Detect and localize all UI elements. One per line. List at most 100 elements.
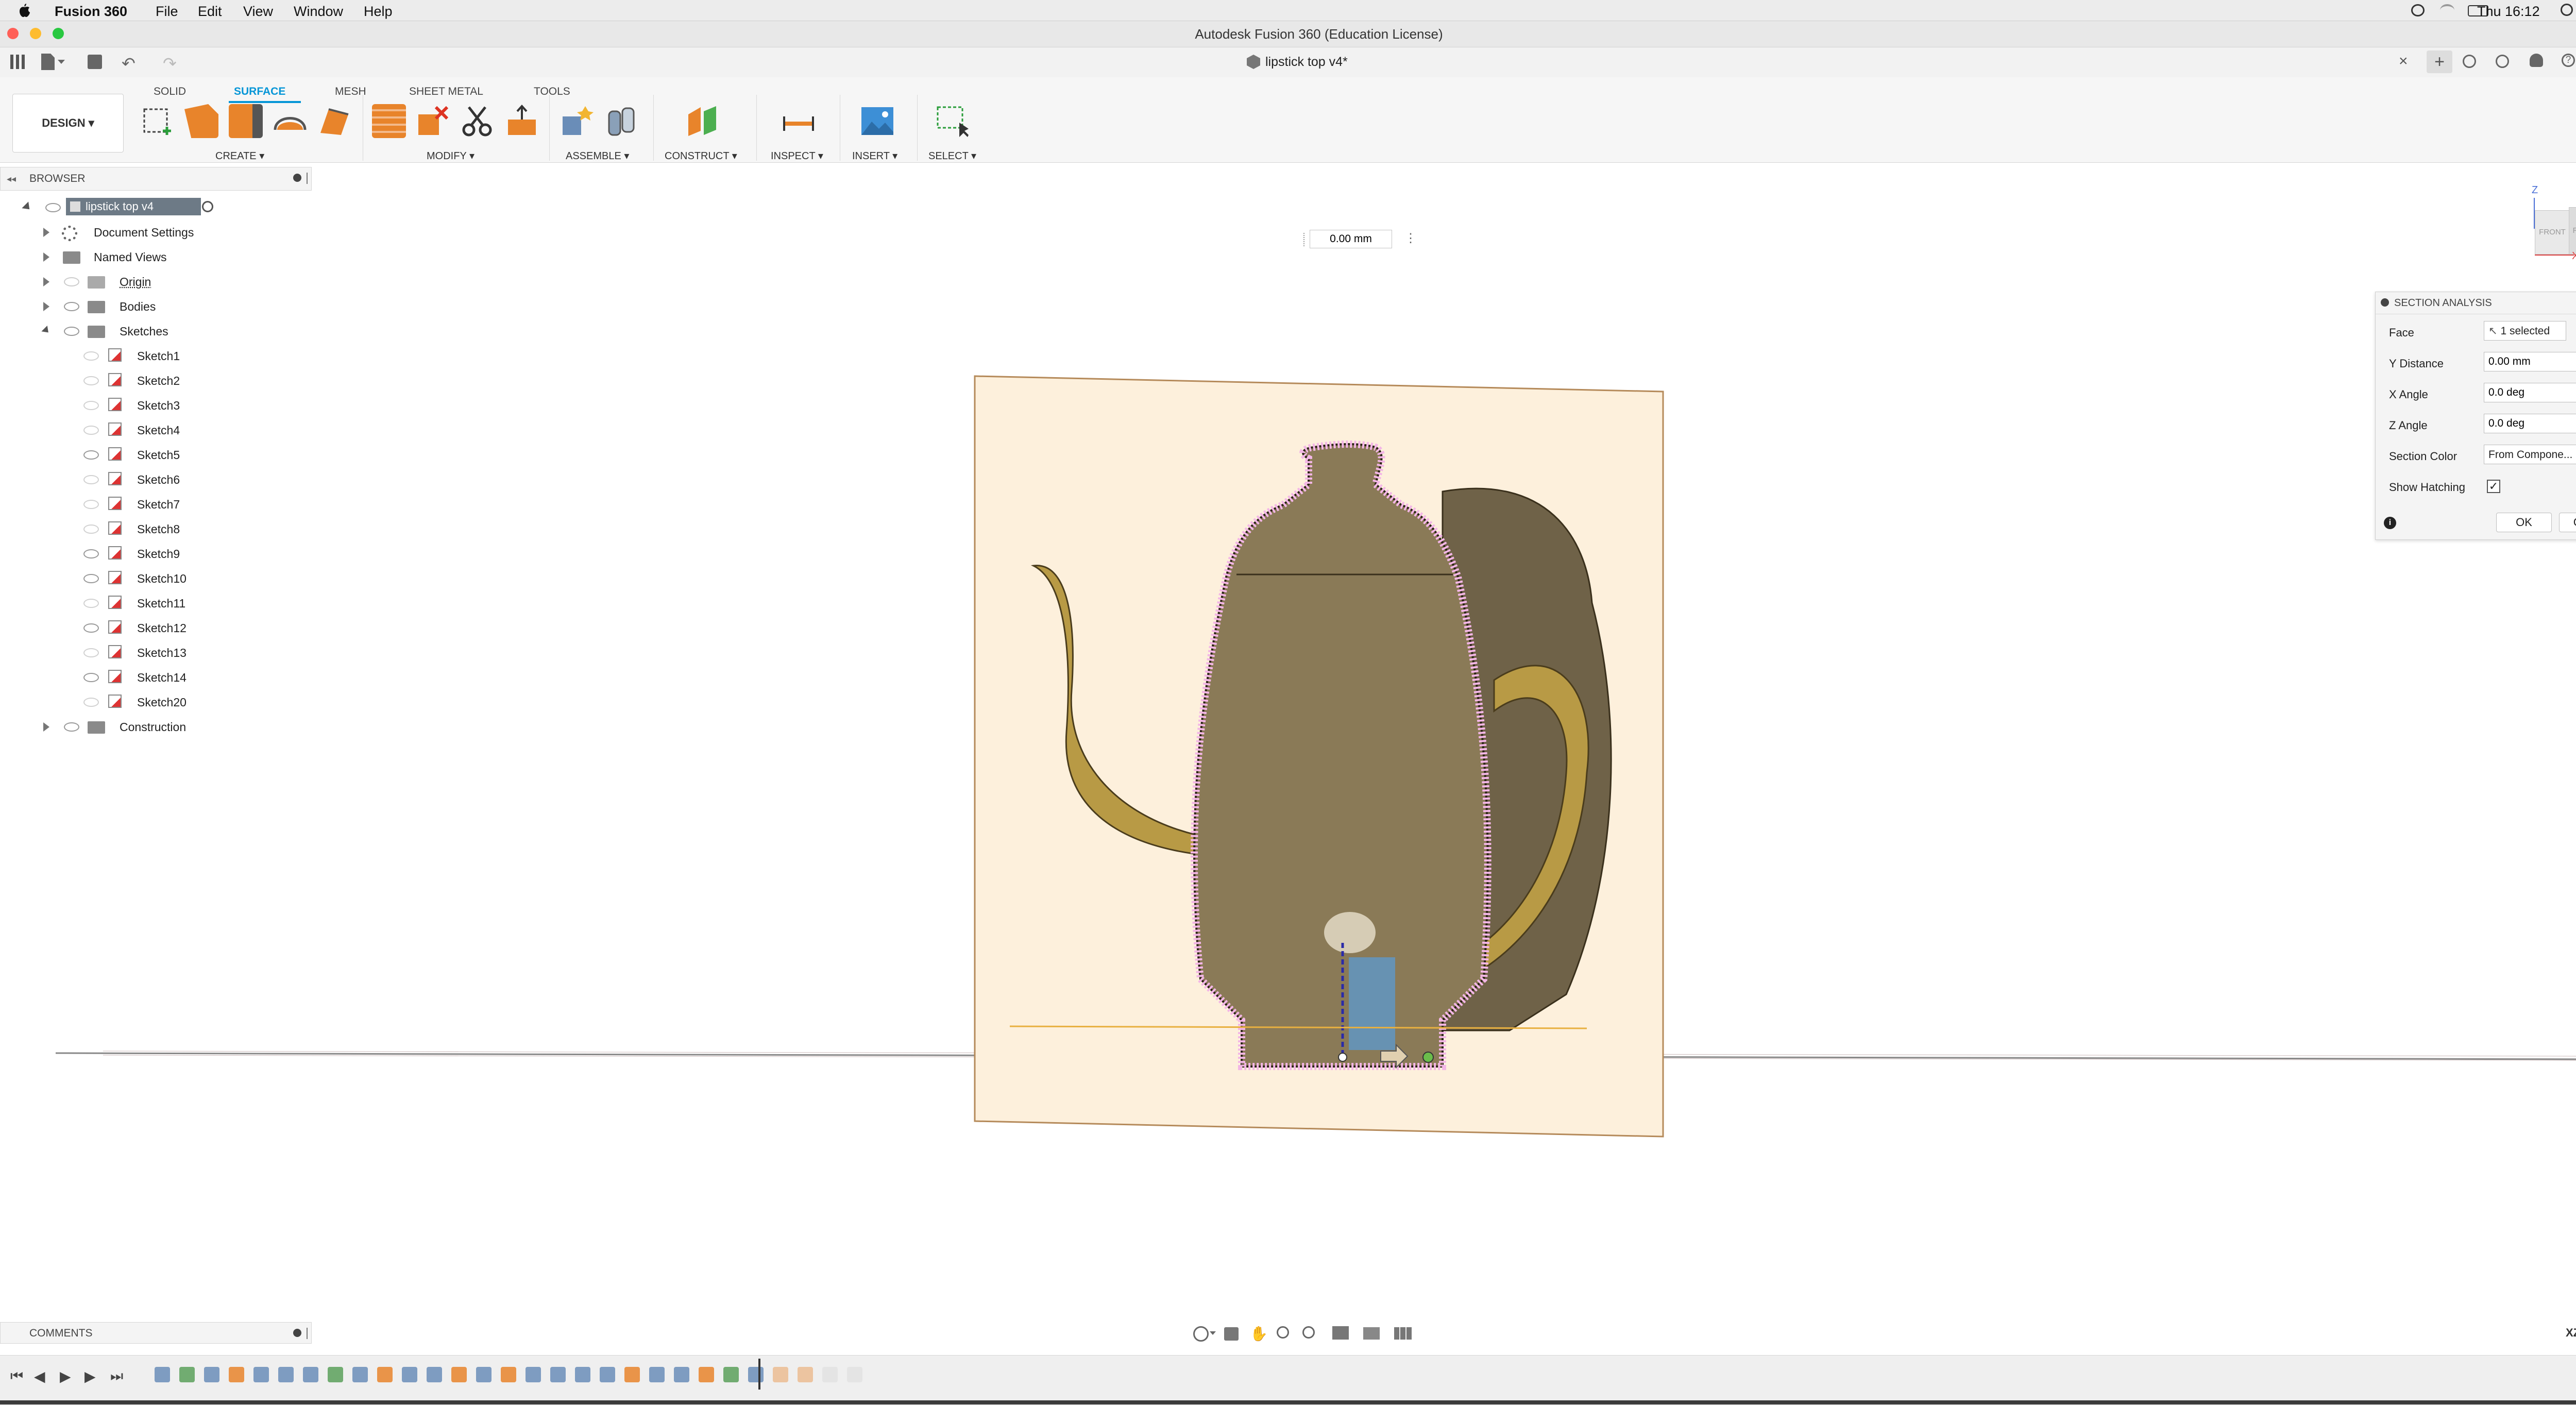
viewcube[interactable]: Z FRONT RIGHT X — [2524, 184, 2576, 267]
browser-item-document-settings[interactable]: Document Settings — [0, 221, 312, 244]
patch-icon[interactable] — [229, 104, 263, 138]
play-icon[interactable]: ▶ — [60, 1368, 71, 1385]
job-status-icon[interactable] — [2463, 55, 2476, 68]
timeline-feature-icon[interactable] — [352, 1367, 368, 1382]
modify-group-label[interactable]: MODIFY ▾ — [427, 149, 474, 162]
select-group-label[interactable]: SELECT ▾ — [928, 149, 976, 162]
visibility-eye-icon[interactable] — [83, 673, 99, 682]
step-forward-icon[interactable]: ▶ — [84, 1368, 96, 1385]
distance-input[interactable] — [1310, 230, 1392, 248]
chevron-down-icon[interactable] — [58, 60, 65, 64]
ok-button[interactable]: OK — [2496, 513, 2552, 532]
visibility-eye-icon[interactable] — [83, 401, 99, 410]
timeline-feature-icon[interactable] — [179, 1367, 195, 1382]
tab-solid[interactable]: SOLID — [154, 86, 186, 98]
visibility-eye-icon[interactable] — [64, 722, 79, 732]
timeline-feature-icon[interactable] — [847, 1367, 862, 1382]
timeline-feature-icon[interactable] — [253, 1367, 269, 1382]
wifi-icon[interactable] — [2440, 4, 2454, 16]
insert-group-label[interactable]: INSERT ▾ — [852, 149, 897, 162]
scissors-split-icon[interactable] — [460, 104, 496, 138]
timeline-feature-icon[interactable] — [155, 1367, 170, 1382]
3d-viewport[interactable]: ⋮ Z FRONT RIGHT X — [0, 163, 2576, 1322]
manipulator-origin-point[interactable] — [1338, 1053, 1347, 1061]
insert-image-icon[interactable] — [859, 104, 895, 138]
browser-item-sketch[interactable]: Sketch4 — [0, 418, 312, 442]
visibility-eye-icon[interactable] — [83, 648, 99, 657]
more-options-icon[interactable]: ⋮ — [1404, 231, 1417, 246]
timeline-marker[interactable] — [758, 1359, 760, 1390]
face-selection-field[interactable]: ↖ 1 selected — [2484, 321, 2566, 341]
activate-radio-icon[interactable] — [202, 201, 213, 212]
info-icon[interactable]: i — [2384, 517, 2396, 529]
timeline-feature-icon[interactable] — [822, 1367, 838, 1382]
root-component-label[interactable]: lipstick top v4 — [66, 198, 201, 215]
browser-item-sketch[interactable]: Sketch3 — [0, 394, 312, 417]
viewcube-right-face[interactable]: RIGHT — [2569, 207, 2576, 255]
construct-group-label[interactable]: CONSTRUCT ▾ — [665, 149, 737, 162]
orbit-icon[interactable] — [1193, 1326, 1209, 1342]
extrude-icon[interactable] — [184, 104, 218, 138]
browser-item-sketch[interactable]: Sketch5 — [0, 443, 312, 467]
tab-surface[interactable]: SURFACE — [234, 86, 285, 98]
file-menu-icon[interactable] — [41, 54, 55, 70]
document-tab[interactable]: lipstick top v4* — [1226, 52, 2421, 74]
close-tab-icon[interactable]: × — [2399, 53, 2408, 70]
trim-icon[interactable] — [372, 104, 406, 138]
creative-cloud-icon[interactable] — [2411, 4, 2425, 16]
collapse-panel-icon[interactable]: ◂◂ — [7, 174, 16, 184]
timeline-feature-icon[interactable] — [773, 1367, 788, 1382]
section-color-dropdown[interactable]: From Compone... — [2484, 445, 2576, 464]
measure-icon[interactable] — [781, 104, 817, 138]
timeline-feature-icon[interactable] — [674, 1367, 689, 1382]
redo-icon[interactable]: ↷ — [163, 54, 177, 73]
visibility-eye-icon[interactable] — [64, 327, 79, 336]
delete-face-icon[interactable] — [415, 104, 451, 138]
browser-item-sketches[interactable]: Sketches — [0, 319, 312, 343]
browser-item-construction[interactable]: Construction — [0, 715, 312, 739]
manipulator-rotate-point[interactable] — [1423, 1052, 1433, 1062]
timeline-feature-icon[interactable] — [229, 1367, 244, 1382]
visibility-eye-icon[interactable] — [83, 450, 99, 460]
browser-item-sketch[interactable]: Sketch7 — [0, 493, 312, 516]
timeline-feature-icon[interactable] — [303, 1367, 318, 1382]
panel-resize-handle[interactable] — [307, 1328, 308, 1339]
tab-tools[interactable]: TOOLS — [534, 86, 570, 98]
model-canvas[interactable] — [0, 163, 2576, 1322]
timeline-feature-icon[interactable] — [328, 1367, 343, 1382]
menubar-clock[interactable]: Thu 16:12 — [2477, 4, 2540, 20]
tab-mesh[interactable]: MESH — [335, 86, 366, 98]
fit-zoom-icon[interactable] — [1302, 1326, 1315, 1339]
menu-edit[interactable]: Edit — [198, 4, 222, 20]
visibility-eye-icon[interactable] — [83, 376, 99, 385]
section-manipulator-handle[interactable] — [1349, 957, 1395, 1050]
timeline-feature-icon[interactable] — [699, 1367, 714, 1382]
expand-arrow-icon[interactable] — [43, 228, 49, 237]
pin-panel-icon[interactable] — [293, 174, 301, 182]
show-hatching-checkbox[interactable]: ✓ — [2487, 480, 2500, 493]
z-angle-input[interactable] — [2484, 414, 2576, 433]
tab-sheet-metal[interactable]: SHEET METAL — [409, 86, 483, 98]
browser-item-origin[interactable]: Origin — [0, 270, 312, 294]
browser-item-sketch[interactable]: Sketch9 — [0, 542, 312, 566]
apple-icon[interactable] — [19, 3, 31, 18]
inspect-group-label[interactable]: INSPECT ▾ — [771, 149, 823, 162]
timeline-feature-icon[interactable] — [501, 1367, 516, 1382]
pan-hand-icon[interactable]: ✋ — [1250, 1325, 1268, 1342]
browser-item-named-views[interactable]: Named Views — [0, 245, 312, 269]
workspace-switcher-button[interactable]: DESIGN ▾ — [12, 94, 124, 153]
visibility-eye-icon[interactable] — [64, 302, 79, 311]
app-menu[interactable]: Fusion 360 — [55, 4, 127, 20]
offset-surface-icon[interactable] — [504, 104, 540, 138]
visibility-eye-icon[interactable] — [83, 698, 99, 707]
assemble-group-label[interactable]: ASSEMBLE ▾ — [566, 149, 629, 162]
visibility-eye-icon[interactable] — [83, 426, 99, 435]
undo-icon[interactable]: ↶ — [122, 54, 135, 73]
x-angle-input[interactable] — [2484, 383, 2576, 402]
loft-icon[interactable] — [316, 104, 352, 138]
create-group-label[interactable]: CREATE ▾ — [215, 149, 264, 162]
visibility-eye-icon[interactable] — [83, 549, 99, 558]
browser-item-sketch[interactable]: Sketch12 — [0, 616, 312, 640]
browser-item-sketch[interactable]: Sketch11 — [0, 591, 312, 615]
browser-item-sketch[interactable]: Sketch14 — [0, 666, 312, 689]
